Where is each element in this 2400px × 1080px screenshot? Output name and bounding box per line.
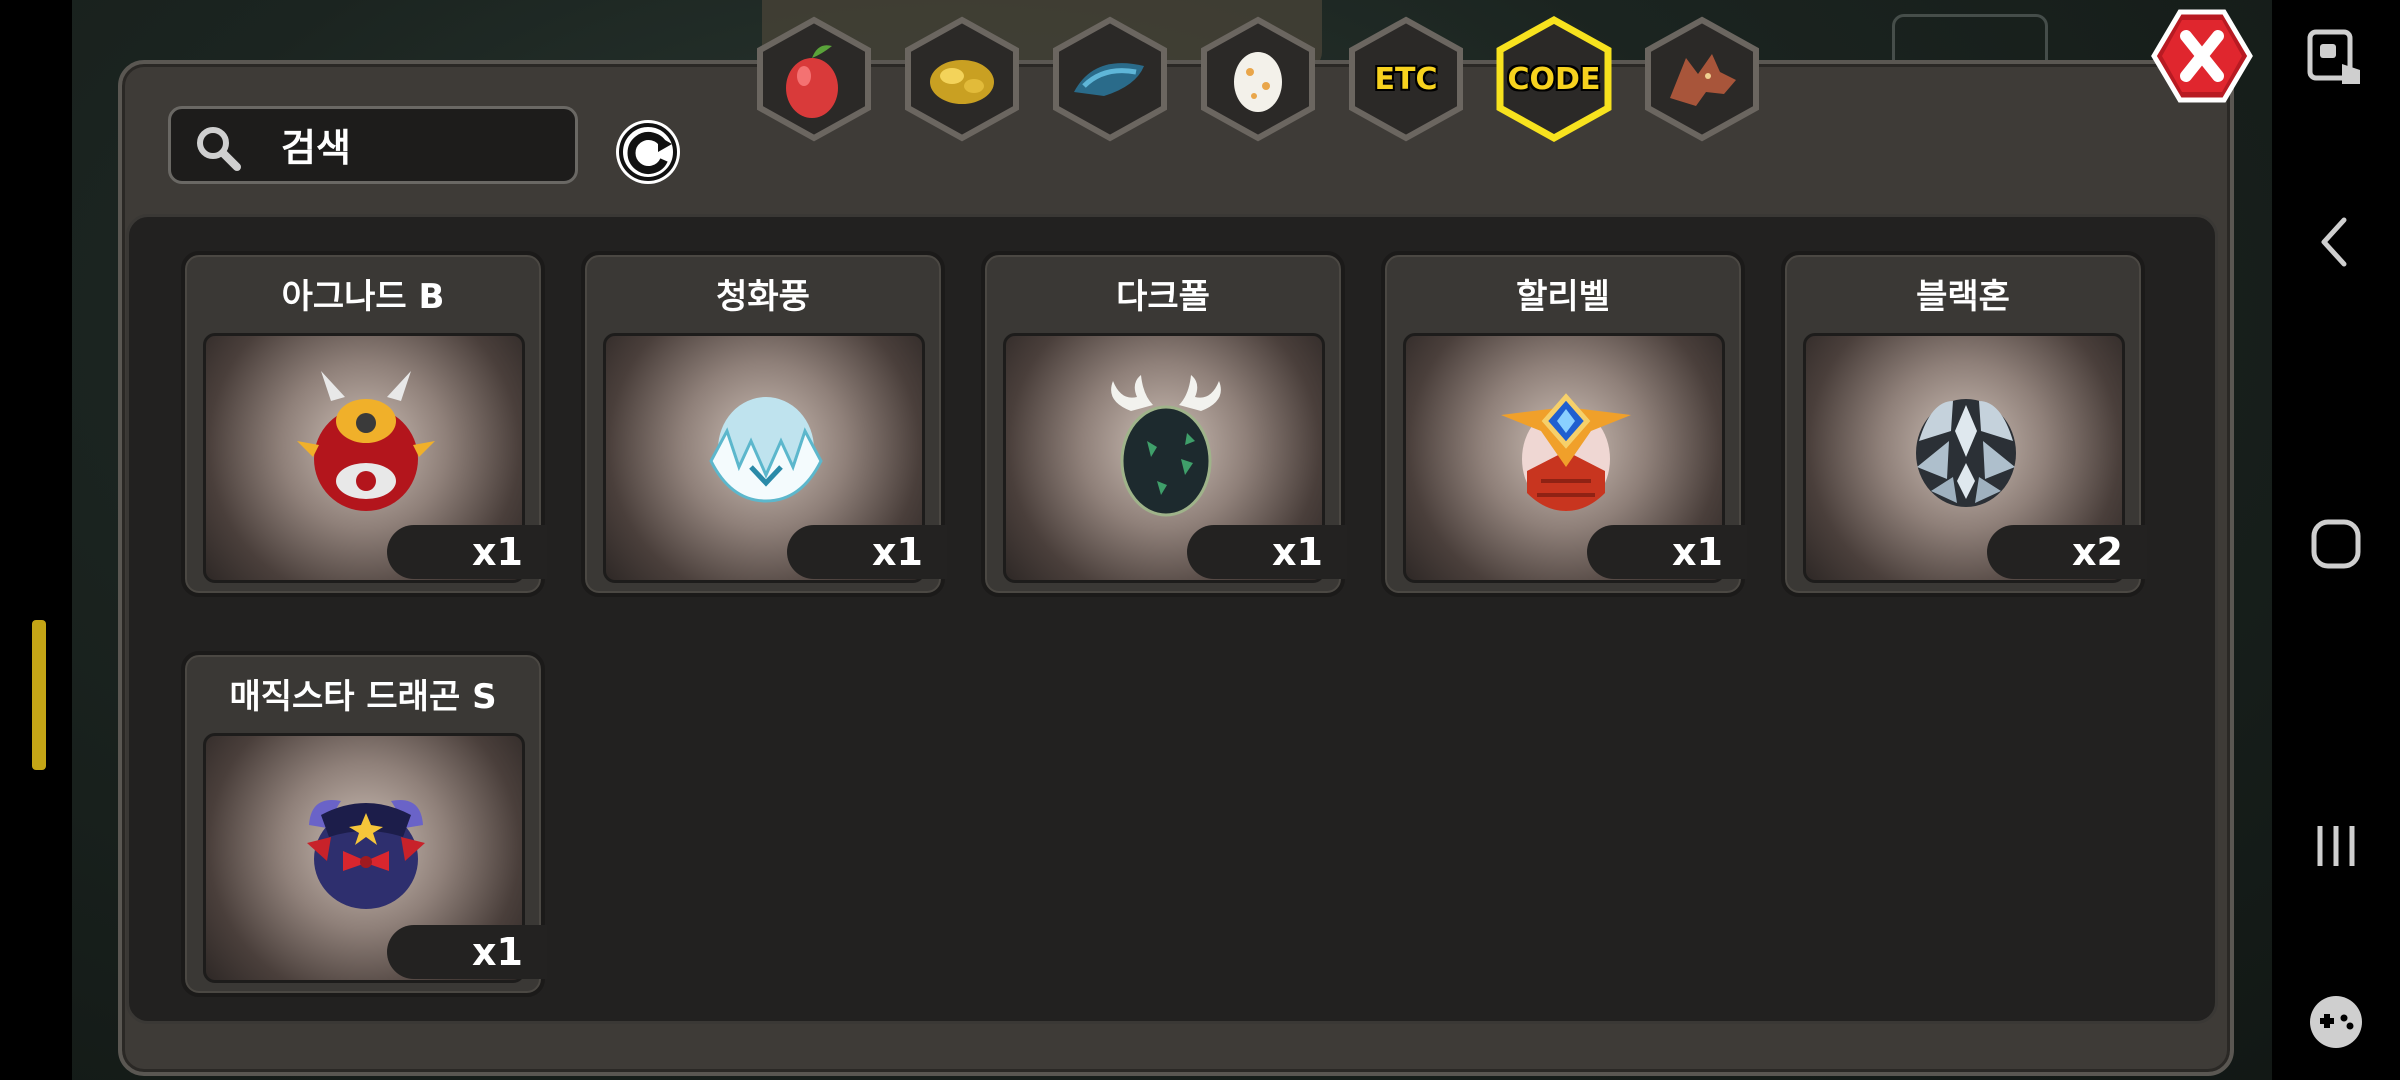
search-input[interactable]: 검색: [168, 106, 578, 184]
item-card[interactable]: 다크폴 x1: [981, 251, 1347, 597]
item-name: 매직스타 드래곤 S: [229, 677, 497, 717]
recent-apps-icon[interactable]: [2302, 812, 2370, 880]
item-count: x1: [387, 925, 547, 979]
screen-touch-lock-icon[interactable]: [2302, 24, 2370, 92]
item-card[interactable]: 매직스타 드래곤 S x1: [181, 651, 547, 997]
game-tools-icon[interactable]: [2302, 988, 2370, 1056]
tab-fruit[interactable]: [748, 14, 880, 144]
item-card[interactable]: 아그나드 B x1: [181, 251, 547, 597]
close-button[interactable]: [2150, 8, 2254, 104]
item-count: x1: [1587, 525, 1747, 579]
search-placeholder: 검색: [281, 126, 351, 170]
item-name: 다크폴: [1116, 277, 1210, 317]
item-count: x1: [387, 525, 547, 579]
background-highlight: [32, 620, 46, 770]
refresh-icon[interactable]: [612, 116, 684, 188]
jewel-crest-egg-icon: [1501, 393, 1631, 511]
tab-blue-scale[interactable]: [1044, 14, 1176, 144]
item-count: x1: [1187, 525, 1347, 579]
search-icon: [197, 127, 241, 171]
dark-antler-egg-icon: [1111, 375, 1221, 517]
item-count: x1: [787, 525, 947, 579]
system-nav-bar: [2272, 0, 2400, 1080]
tab-gold-ore[interactable]: [896, 14, 1028, 144]
tab-code[interactable]: CODE: [1488, 14, 1620, 144]
tab-dragon[interactable]: [1636, 14, 1768, 144]
item-card[interactable]: 할리벨 x1: [1381, 251, 1747, 597]
tab-etc[interactable]: ETC: [1340, 14, 1472, 144]
item-name: 아그나드 B: [281, 277, 445, 317]
tab-etc-label: ETC: [1374, 61, 1438, 97]
gold-ore-icon: [930, 60, 994, 104]
item-name: 할리벨: [1516, 277, 1610, 317]
egg-icon: [1234, 52, 1282, 112]
red-armored-egg-icon: [297, 371, 435, 511]
home-icon[interactable]: [2302, 510, 2370, 578]
tab-egg[interactable]: [1192, 14, 1324, 144]
item-card[interactable]: 청화풍 x1: [581, 251, 947, 597]
magicstar-dragon-egg-icon: [307, 800, 425, 909]
item-grid: 아그나드 B x1 청화풍 x1 다크폴 x1 할리벨 x1 블랙혼 x2 매직…: [126, 214, 2218, 1024]
back-icon[interactable]: [2302, 208, 2370, 276]
item-card[interactable]: 블랙혼 x2: [1781, 251, 2147, 597]
tab-code-label: CODE: [1507, 61, 1601, 97]
item-count: x2: [1987, 525, 2147, 579]
white-feather-egg-icon: [709, 397, 823, 503]
item-name: 청화풍: [716, 277, 810, 317]
item-name: 블랙혼: [1916, 277, 2010, 317]
steel-horn-egg-icon: [1916, 399, 2016, 507]
